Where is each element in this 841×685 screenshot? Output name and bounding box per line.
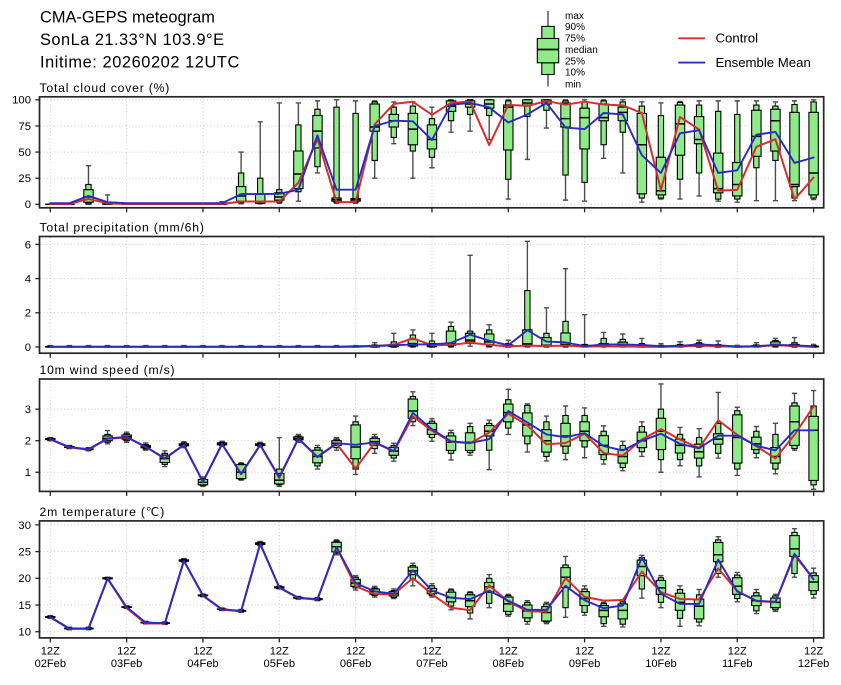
svg-text:Initime: 20260202 12UTC: Initime: 20260202 12UTC [40,54,240,72]
svg-text:10%: 10% [565,68,585,79]
svg-text:03Feb: 03Feb [111,658,142,670]
svg-text:3: 3 [25,404,31,416]
svg-text:25: 25 [18,547,31,559]
svg-text:06Feb: 06Feb [340,658,371,670]
svg-text:08Feb: 08Feb [493,658,524,670]
svg-text:0: 0 [25,342,31,354]
svg-text:10m wind speed (m/s): 10m wind speed (m/s) [40,363,176,377]
svg-text:median: median [565,45,598,56]
svg-text:90%: 90% [565,22,585,33]
svg-text:Total cloud cover (%): Total cloud cover (%) [40,81,171,95]
svg-text:SonLa 21.33°N 103.9°E: SonLa 21.33°N 103.9°E [40,31,225,49]
svg-text:min: min [565,79,581,90]
svg-text:max: max [565,11,584,22]
svg-text:12Z: 12Z [422,645,441,657]
svg-text:09Feb: 09Feb [569,658,600,670]
svg-text:2: 2 [25,436,31,448]
svg-text:0: 0 [25,199,31,211]
svg-text:12Z: 12Z [651,645,670,657]
svg-text:12Z: 12Z [193,645,212,657]
svg-text:25%: 25% [565,56,585,67]
svg-text:30: 30 [18,520,31,532]
svg-text:Control: Control [716,31,759,46]
svg-text:12Z: 12Z [41,645,60,657]
svg-text:07Feb: 07Feb [416,658,447,670]
svg-text:12Z: 12Z [499,645,518,657]
svg-text:CMA-GEPS meteogram: CMA-GEPS meteogram [40,9,215,27]
svg-text:05Feb: 05Feb [264,658,295,670]
svg-text:12Feb: 12Feb [798,658,829,670]
svg-text:2m temperature (℃): 2m temperature (℃) [40,505,166,519]
svg-text:10: 10 [18,627,31,639]
svg-text:Ensemble Mean: Ensemble Mean [716,55,811,70]
svg-text:2: 2 [25,308,31,320]
svg-text:12Z: 12Z [270,645,289,657]
svg-text:50: 50 [18,147,31,159]
svg-text:12Z: 12Z [117,645,136,657]
svg-text:25: 25 [18,173,31,185]
svg-text:12Z: 12Z [728,645,747,657]
svg-text:4: 4 [25,274,31,286]
svg-text:11Feb: 11Feb [722,658,753,670]
svg-text:20: 20 [18,573,31,585]
svg-text:12Z: 12Z [346,645,365,657]
svg-text:10Feb: 10Feb [645,658,676,670]
svg-text:15: 15 [18,600,31,612]
svg-text:100: 100 [12,95,31,107]
svg-text:75: 75 [18,121,31,133]
svg-text:Total precipitation (mm/6h): Total precipitation (mm/6h) [40,221,205,235]
svg-text:02Feb: 02Feb [35,658,66,670]
svg-text:04Feb: 04Feb [187,658,218,670]
svg-text:12Z: 12Z [575,645,594,657]
svg-text:6: 6 [25,239,31,251]
svg-text:12Z: 12Z [804,645,823,657]
svg-text:1: 1 [25,467,31,479]
svg-text:75%: 75% [565,34,585,45]
